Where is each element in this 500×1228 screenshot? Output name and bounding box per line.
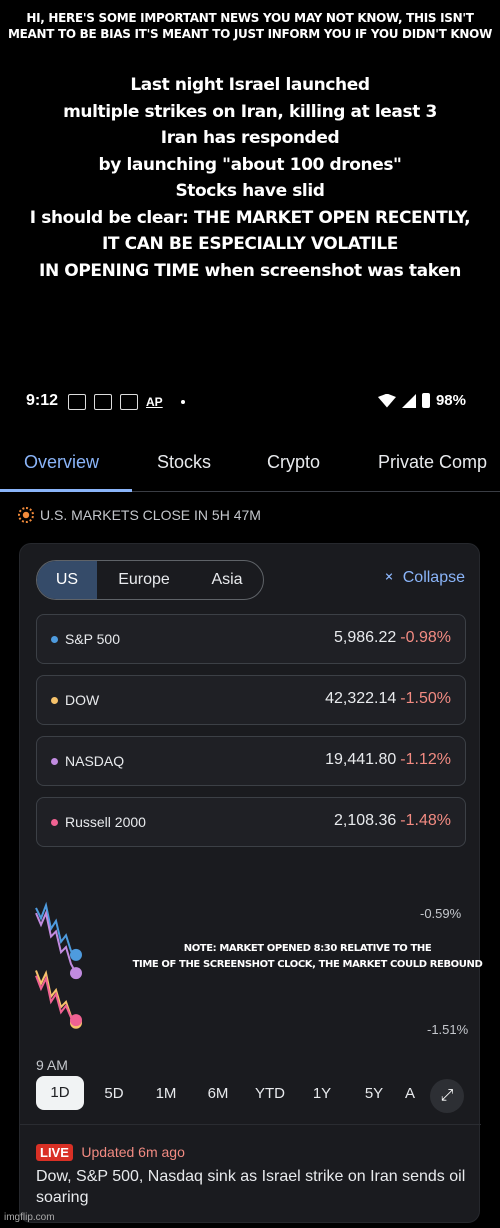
- index-value: 5,986.22: [334, 629, 397, 646]
- watermark: imgflip.com: [4, 1212, 55, 1223]
- calendar-icon: [68, 394, 86, 410]
- chart-max-label: -0.59%: [420, 906, 462, 921]
- note-caption-line: NOTE: MARKET OPENED 8:30 RELATIVE TO THE: [183, 943, 432, 954]
- ap-news-icon: AP: [146, 395, 163, 409]
- range-1d[interactable]: 1D: [36, 1076, 84, 1110]
- more-notifications-icon: [180, 400, 185, 404]
- top-caption-line: MEANT TO BE BIAS IT'S MEANT TO JUST INFO…: [7, 27, 492, 41]
- status-bar: 9:12 AP 98%: [0, 390, 500, 416]
- index-change: -1.50%: [400, 690, 451, 707]
- index-name: S&P 500: [65, 631, 121, 647]
- region-europe[interactable]: Europe: [97, 561, 191, 599]
- collapse-button[interactable]: ⌄ ⌃ Collapse: [382, 564, 465, 591]
- region-us[interactable]: US: [37, 561, 97, 599]
- tab-crypto[interactable]: Crypto: [267, 452, 320, 473]
- wifi-icon: [377, 393, 396, 408]
- sun-icon: [18, 507, 34, 523]
- divider: [20, 1124, 481, 1125]
- series-dot: [51, 758, 58, 765]
- index-row-nasdaq[interactable]: NASDAQ 19,441.80 -1.12%: [36, 736, 466, 786]
- main-caption-line: IT CAN BE ESPECIALLY VOLATILE: [102, 234, 398, 254]
- series-dot: [51, 636, 58, 643]
- index-name: NASDAQ: [65, 753, 125, 769]
- range-5d[interactable]: 5D: [88, 1085, 140, 1102]
- index-change: -1.12%: [400, 751, 451, 768]
- collapse-label: Collapse: [402, 569, 465, 586]
- range-6m[interactable]: 6M: [192, 1085, 244, 1102]
- market-status: U.S. MARKETS CLOSE IN 5H 47M: [18, 507, 261, 523]
- main-caption-line: I should be clear: THE MARKET OPEN RECEN…: [29, 207, 471, 228]
- index-change: -1.48%: [400, 812, 451, 829]
- markets-card: US Europe Asia ⌄ ⌃ Collapse S&P 500 5,986…: [19, 543, 481, 1223]
- market-status-text: U.S. MARKETS CLOSE IN 5H 47M: [40, 507, 261, 523]
- meme-note-caption: NOTE: MARKET OPENED 8:30 RELATIVE TO THE…: [120, 941, 495, 973]
- tab-private-companies[interactable]: Private Comp: [378, 452, 487, 473]
- time-range-selector: 1D 5D 1M 6M YTD 1Y 5Y A: [36, 1076, 456, 1110]
- top-caption-line: HI, HERE'S SOME IMPORTANT NEWS YOU MAY N…: [26, 11, 474, 25]
- main-caption-line: Iran has responded: [160, 128, 340, 148]
- news-headline[interactable]: Dow, S&P 500, Nasdaq sink as Israel stri…: [36, 1166, 466, 1208]
- tab-bar: Overview Stocks Crypto Private Comp: [0, 440, 500, 492]
- main-caption-line: Last night Israel launched: [130, 75, 370, 95]
- range-all[interactable]: A: [400, 1085, 420, 1102]
- image-icon: [94, 394, 112, 410]
- news-app-icon: [120, 394, 138, 410]
- main-caption-line: multiple strikes on Iran, killing at lea…: [63, 101, 437, 122]
- clock: 9:12: [26, 392, 59, 409]
- tab-overview[interactable]: Overview: [24, 452, 99, 473]
- series-end-point: [70, 948, 82, 961]
- battery-icon: [421, 393, 430, 408]
- signal-icon: [401, 393, 416, 408]
- series-end-point: [70, 1014, 82, 1027]
- index-change: -0.98%: [400, 629, 451, 646]
- main-caption-line: IN OPENING TIME when screenshot was take…: [39, 260, 461, 281]
- live-badge: LIVE: [36, 1144, 73, 1161]
- meme-top-caption: HI, HERE'S SOME IMPORTANT NEWS YOU MAY N…: [0, 10, 500, 42]
- system-icons: 98%: [377, 392, 466, 409]
- battery-level: 98%: [435, 392, 466, 409]
- active-tab-indicator: [0, 489, 132, 492]
- range-5y[interactable]: 5Y: [348, 1085, 400, 1102]
- collapse-icon: ⌄ ⌃: [382, 564, 396, 591]
- region-asia[interactable]: Asia: [191, 561, 263, 599]
- series-dot: [51, 819, 58, 826]
- news-item[interactable]: LIVE Updated 6m ago Dow, S&P 500, Nasdaq…: [36, 1144, 466, 1208]
- main-caption-line: Stocks have slid: [175, 181, 325, 201]
- expand-icon: ⤢: [440, 1087, 454, 1104]
- chart-min-label: -1.51%: [427, 1022, 469, 1037]
- series-dot: [51, 697, 58, 704]
- tab-stocks[interactable]: Stocks: [157, 452, 211, 473]
- index-value: 42,322.14: [325, 690, 397, 707]
- notification-icons: AP: [68, 394, 185, 410]
- index-row-sp500[interactable]: S&P 500 5,986.22 -0.98%: [36, 614, 466, 664]
- range-1y[interactable]: 1Y: [296, 1085, 348, 1102]
- range-1m[interactable]: 1M: [140, 1085, 192, 1102]
- news-updated: Updated 6m ago: [81, 1144, 185, 1160]
- region-selector: US Europe Asia: [36, 560, 264, 600]
- range-ytd[interactable]: YTD: [244, 1085, 296, 1102]
- index-row-dow[interactable]: DOW 42,322.14 -1.50%: [36, 675, 466, 725]
- series-end-point: [70, 967, 82, 980]
- main-caption-line: by launching "about 100 drones": [98, 154, 402, 175]
- expand-chart-button[interactable]: ⤢: [430, 1079, 464, 1113]
- index-name: Russell 2000: [65, 814, 146, 830]
- meme-main-caption: Last night Israel launched multiple stri…: [0, 72, 500, 284]
- chart-time-label: 9 AM: [36, 1057, 68, 1073]
- index-value: 2,108.36: [334, 812, 397, 829]
- index-row-russell-2000[interactable]: Russell 2000 2,108.36 -1.48%: [36, 797, 466, 847]
- index-value: 19,441.80: [325, 751, 397, 768]
- index-name: DOW: [65, 692, 100, 708]
- note-caption-line: TIME OF THE SCREENSHOT CLOCK, THE MARKET…: [132, 959, 483, 970]
